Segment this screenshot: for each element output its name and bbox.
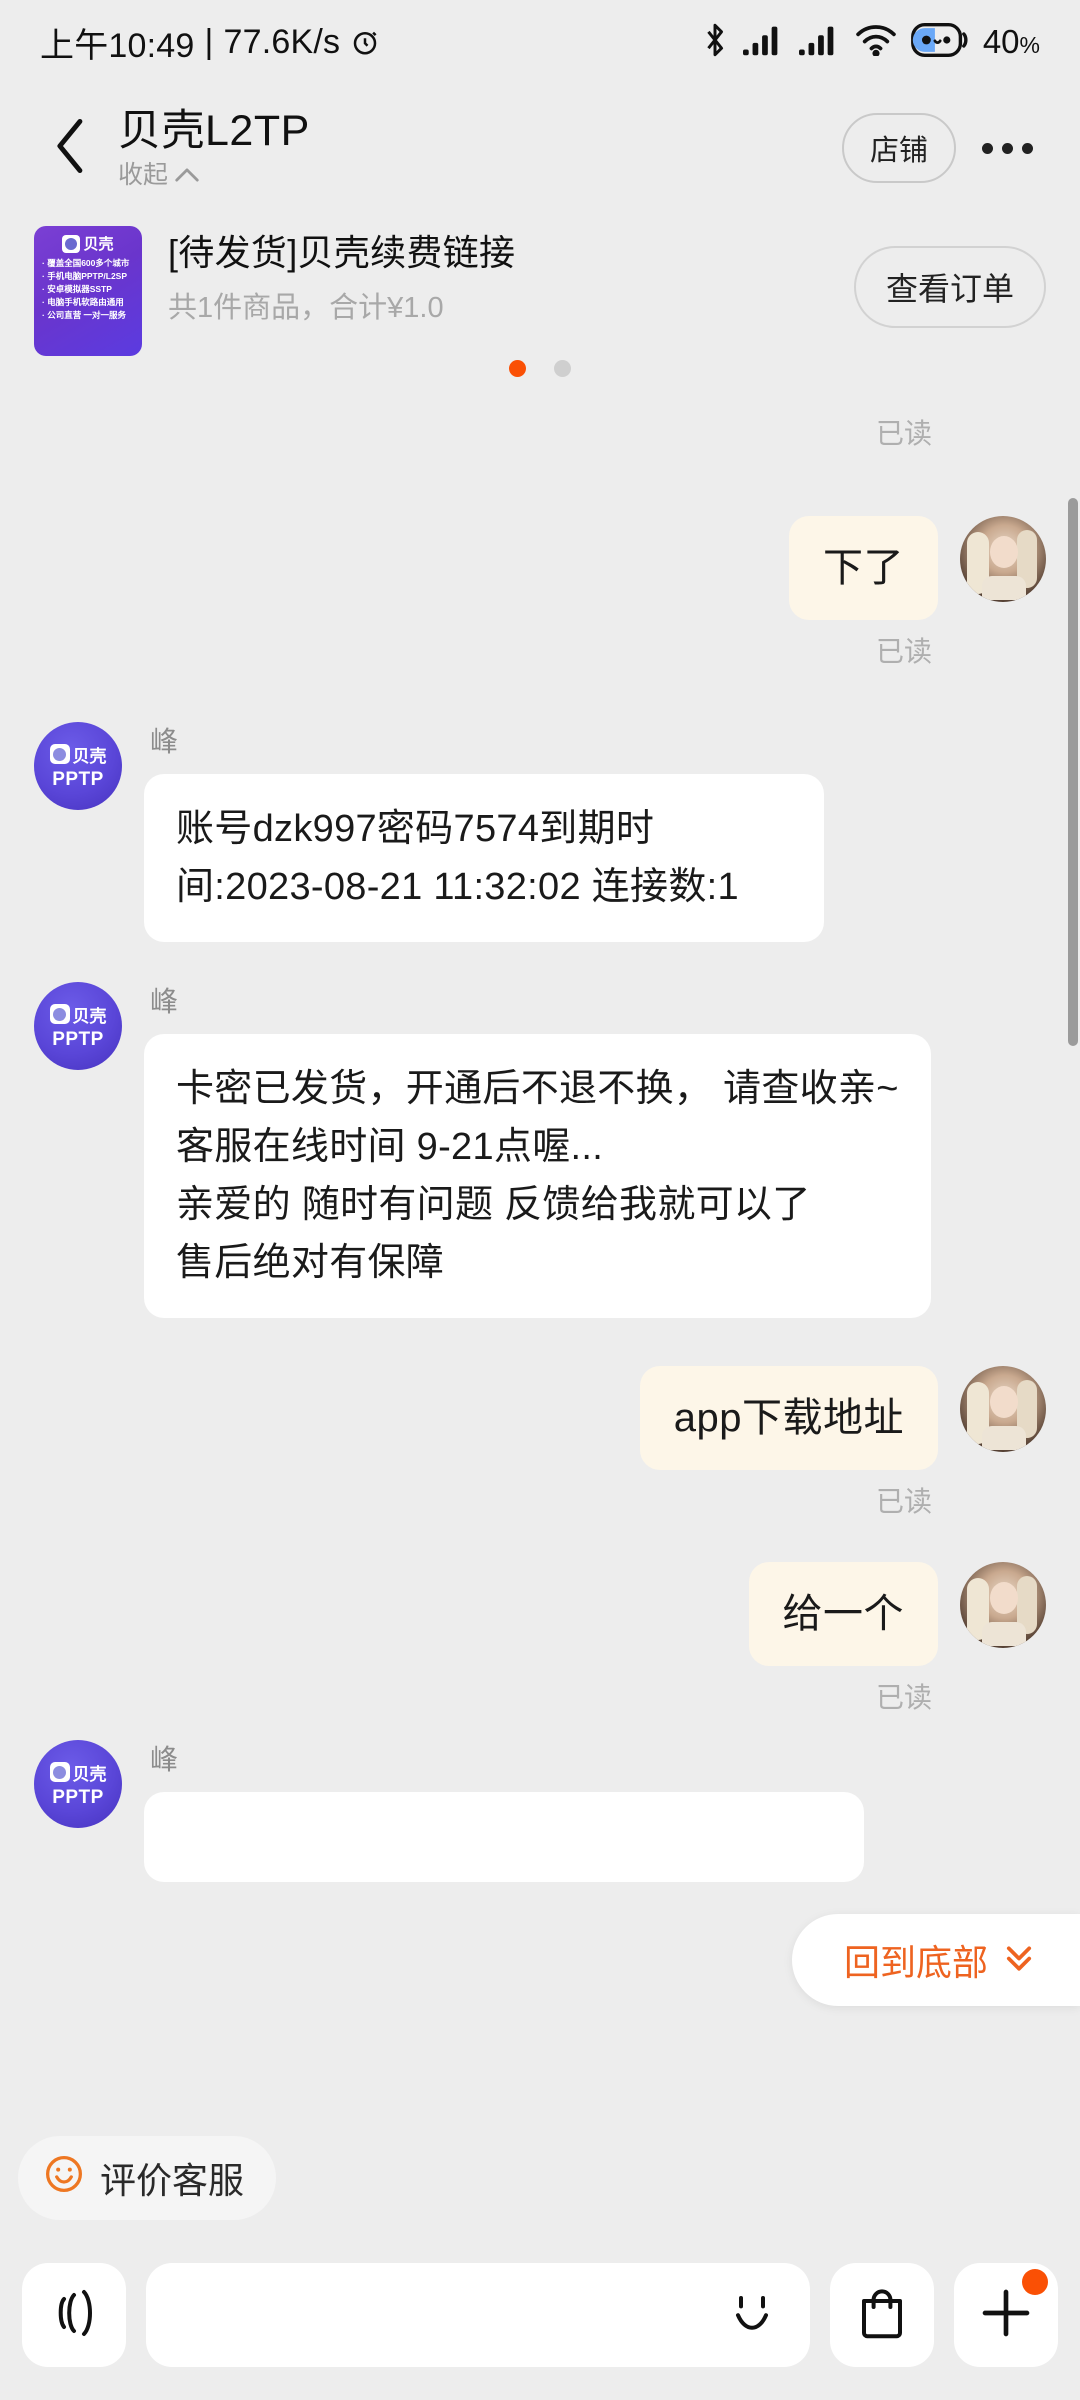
sender-name: 峰 (150, 986, 179, 1017)
shop-bag-button[interactable] (830, 2263, 934, 2367)
header-titles: 贝壳L2TP 收起 (118, 105, 842, 191)
read-receipt: 已读 (875, 1682, 932, 1713)
message-bubble[interactable]: 卡密已发货，开通后不退不换， 请查收亲~ 客服在线时间 9-21点喔... 亲爱… (144, 1034, 931, 1318)
battery-icon (910, 22, 969, 62)
order-title: [待发货]贝壳续费链接 (168, 232, 516, 273)
product-feature: · 公司直营 一对一服务 (42, 310, 127, 320)
product-thumbnail: 贝壳 · 覆盖全国600多个城市 · 手机电脑PPTP/L2SP · 安卓模拟器… (34, 226, 142, 356)
message-list[interactable]: 已读 下了 已读 贝壳 PPTP 峰 账号dzk997密码7574到期时间:20… (0, 392, 1080, 2134)
message-row-outgoing[interactable]: 给一个 (0, 1562, 1080, 1666)
shell-logo-icon (62, 234, 81, 253)
voice-wave-icon (48, 2287, 100, 2344)
pager-dot[interactable] (554, 360, 571, 377)
smiley-face-icon (44, 2154, 84, 2203)
smiley-icon[interactable] (724, 2290, 780, 2341)
chevron-up-icon (175, 159, 199, 191)
product-brand-name: 贝壳 (83, 236, 114, 253)
sender-name: 峰 (150, 1744, 179, 1775)
avatar[interactable]: 贝壳 PPTP (34, 982, 122, 1070)
read-receipt-row: 已读 (0, 1678, 1080, 1718)
read-receipt-row: 已读 (0, 1482, 1080, 1522)
shell-logo-icon (49, 744, 70, 764)
product-feature: · 覆盖全国600多个城市 (42, 258, 130, 268)
read-receipt: 已读 (875, 1486, 932, 1517)
shell-logo-icon (49, 1762, 70, 1782)
status-bar: 上午10:49 | 77.6K/s 40% (0, 0, 1080, 84)
wifi-icon (855, 24, 897, 61)
chat-screen: 上午10:49 | 77.6K/s 40% 贝壳L2TP 收起 店铺 贝壳 · … (0, 0, 1080, 2400)
pager-dot-active[interactable] (509, 360, 526, 377)
more-options-button[interactable] (968, 118, 1046, 178)
bluetooth-icon (701, 22, 729, 63)
message-bubble[interactable] (144, 1792, 864, 1882)
cellular-signal-icon (742, 24, 785, 61)
product-feature-list: · 覆盖全国600多个城市 · 手机电脑PPTP/L2SP · 安卓模拟器SST… (39, 258, 137, 321)
ellipsis-icon (1001, 142, 1013, 154)
message-row-incoming[interactable]: 贝壳 PPTP 峰 卡密已发货，开通后不退不换， 请查收亲~ 客服在线时间 9-… (0, 982, 1080, 1318)
message-bubble[interactable]: app下载地址 (639, 1366, 938, 1470)
message-input-field[interactable] (146, 2263, 810, 2367)
avatar[interactable]: 贝壳 PPTP (34, 722, 122, 810)
collapse-toggle[interactable]: 收起 (118, 159, 842, 191)
read-receipt: 已读 (875, 636, 932, 667)
app-header: 贝壳L2TP 收起 店铺 (0, 84, 1080, 212)
cellular-signal-icon (798, 24, 841, 61)
message-row-incoming[interactable]: 贝壳 PPTP 峰 (0, 1740, 1080, 1882)
sender-name: 峰 (150, 726, 179, 757)
message-bubble[interactable]: 下了 (789, 516, 938, 620)
status-time: 上午10:49 (40, 26, 195, 65)
shop-button[interactable]: 店铺 (841, 113, 956, 183)
message-row-incoming[interactable]: 贝壳 PPTP 峰 账号dzk997密码7574到期时间:2023-08-21 … (0, 722, 1080, 942)
status-bar-right: 40% (701, 22, 1040, 63)
battery-level: 40% (982, 23, 1040, 60)
status-separator: | (204, 22, 214, 61)
notification-badge (1022, 2269, 1048, 2295)
avatar[interactable] (960, 1562, 1046, 1648)
network-speed: 77.6K/s (223, 22, 341, 61)
alarm-clock-icon (350, 27, 380, 57)
voice-input-button[interactable] (22, 2263, 126, 2367)
read-receipt: 已读 (875, 418, 932, 449)
page-title: 贝壳L2TP (118, 107, 310, 155)
scroll-to-bottom-button[interactable]: 回到底部 (791, 1914, 1080, 2006)
product-feature: · 电脑手机软路由通用 (42, 297, 124, 307)
ellipsis-icon (1021, 142, 1033, 154)
order-summary: 共1件商品，合计¥1.0 (168, 292, 444, 324)
message-input[interactable] (176, 2294, 724, 2336)
double-chevron-down-icon (1002, 1939, 1036, 1982)
avatar[interactable] (960, 1366, 1046, 1452)
shopping-bag-icon (858, 2287, 906, 2344)
read-receipt-row: 已读 (0, 414, 1080, 454)
order-card-pager[interactable] (0, 360, 1080, 377)
evaluate-service-label: 评价客服 (100, 2160, 245, 2201)
message-input-bar (0, 2230, 1080, 2400)
shell-logo-icon (49, 1004, 70, 1024)
add-more-button[interactable] (954, 2263, 1058, 2367)
message-bubble[interactable]: 给一个 (748, 1562, 938, 1666)
message-row-outgoing[interactable]: app下载地址 (0, 1366, 1080, 1470)
plus-icon (978, 2285, 1034, 2346)
back-button[interactable] (34, 111, 108, 185)
order-card[interactable]: 贝壳 · 覆盖全国600多个城市 · 手机电脑PPTP/L2SP · 安卓模拟器… (0, 226, 1080, 376)
product-feature: · 安卓模拟器SSTP (42, 284, 112, 294)
evaluate-service-button[interactable]: 评价客服 (18, 2136, 277, 2220)
product-feature: · 手机电脑PPTP/L2SP (42, 271, 128, 281)
chevron-left-icon (53, 117, 89, 180)
message-row-outgoing[interactable]: 下了 (0, 516, 1080, 620)
ellipsis-icon (981, 142, 993, 154)
read-receipt-row: 已读 (0, 632, 1080, 672)
chat-scrollbar[interactable] (1068, 498, 1078, 1046)
avatar[interactable] (960, 516, 1046, 602)
product-brand-logo: 贝壳 (39, 233, 137, 254)
scroll-to-bottom-label: 回到底部 (843, 1942, 988, 1983)
collapse-label: 收起 (118, 161, 169, 189)
view-order-button[interactable]: 查看订单 (853, 246, 1046, 328)
status-bar-left: 上午10:49 | 77.6K/s (40, 18, 380, 67)
avatar[interactable]: 贝壳 PPTP (34, 1740, 122, 1828)
order-info: [待发货]贝壳续费链接 共1件商品，合计¥1.0 (168, 226, 844, 326)
message-bubble[interactable]: 账号dzk997密码7574到期时间:2023-08-21 11:32:02 连… (144, 774, 824, 942)
